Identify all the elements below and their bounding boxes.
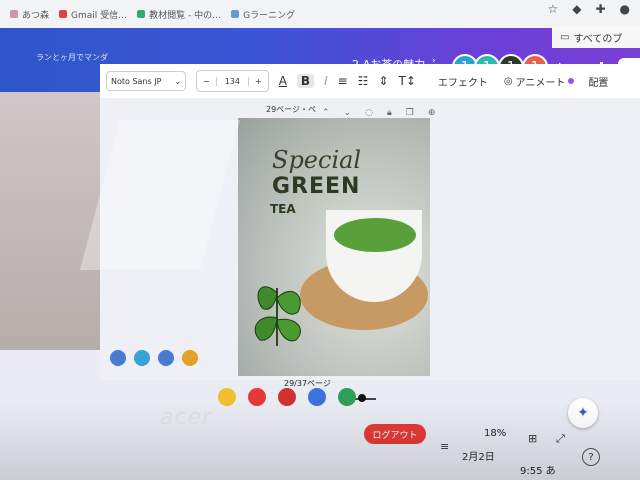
time-display[interactable]: 9:55 あ [520, 462, 556, 477]
app-icon[interactable] [158, 350, 174, 366]
list-icon[interactable]: ☷ [358, 74, 369, 88]
bookmark-icon [231, 10, 240, 18]
browser-top-icons: ☆ ◆ ✚ ● [547, 2, 630, 16]
zoom-level[interactable]: 18% [484, 428, 506, 439]
font-size-value[interactable]: 134 [215, 76, 249, 86]
bookmark-2[interactable]: Gmail 受信… [59, 8, 127, 21]
animate-button[interactable]: ◎ アニメート [504, 74, 575, 89]
app-icon[interactable] [134, 350, 150, 366]
design-text-green[interactable]: GREEN [272, 174, 360, 199]
folder-icon: ▭ [560, 31, 570, 43]
chevron-down-icon[interactable]: ⌄ [344, 108, 352, 118]
add-page-icon[interactable]: ⊕ [428, 108, 436, 118]
acer-logo: acer [160, 405, 213, 430]
tea-leaves-illustration [254, 286, 301, 346]
design-text-tea[interactable]: TEA [270, 202, 296, 216]
increase-size-button[interactable]: + [249, 77, 268, 86]
date-display[interactable]: 2月2日 [462, 448, 495, 463]
bookmark-icon [137, 10, 146, 18]
app-icon[interactable] [110, 350, 126, 366]
classroom-icon[interactable] [338, 388, 356, 406]
bookmarks-bar: あつ森 Gmail 受信… 教材閲覧 - 中の… Gラーニング [0, 0, 640, 28]
profile-icon[interactable]: ● [620, 2, 630, 16]
app-launcher-icon[interactable] [278, 388, 296, 406]
chevron-up-icon[interactable]: ⌃ [322, 108, 330, 118]
bookmark-icon [10, 10, 18, 18]
app-icon[interactable] [182, 350, 198, 366]
bold-button[interactable]: B [296, 74, 315, 88]
bookmark-3[interactable]: 教材閲覧 - 中の… [137, 8, 221, 21]
magic-assistant-button[interactable]: ✦ [568, 398, 598, 428]
all-bookmarks-button[interactable]: ▭ すべてのブ [552, 26, 640, 48]
arrange-button[interactable]: 配置 [588, 74, 608, 89]
puzzle-icon[interactable]: ✚ [595, 2, 605, 16]
bookmark-4[interactable]: Gラーニング [231, 8, 295, 21]
font-family-select[interactable]: Noto Sans JP ⌄ [106, 71, 186, 91]
new-badge-dot [568, 78, 575, 84]
animate-icon: ◎ [503, 75, 513, 87]
page-tools: ⌃ ⌄ ◌ 🔒︎ ❐ ⊕ [322, 108, 435, 118]
text-transform-icon[interactable]: T↕ [399, 74, 416, 88]
menu-icon[interactable]: ≡ [440, 440, 449, 453]
taskbar-dock [218, 388, 356, 406]
duplicate-page-icon[interactable]: ❐ [406, 108, 414, 118]
zoom-slider-handle[interactable] [358, 394, 366, 402]
meet-icon[interactable] [308, 388, 326, 406]
chevron-down-icon: ⌄ [174, 76, 181, 86]
logout-button[interactable]: ログアウト [364, 424, 426, 444]
youtube-icon[interactable] [248, 388, 266, 406]
help-icon[interactable]: ? [582, 448, 600, 466]
extension-icon[interactable]: ◆ [572, 2, 581, 16]
fullscreen-icon[interactable]: ⤢ [556, 432, 565, 446]
left-title-text: ランとヶ月でマンダ [36, 53, 108, 62]
decrease-size-button[interactable]: − [197, 77, 216, 86]
italic-button[interactable]: I [324, 74, 328, 88]
page-thumb-icons [110, 350, 198, 366]
star-icon[interactable]: ☆ [547, 2, 558, 16]
text-toolbar: Noto Sans JP ⌄ − 134 + A B I ≡ ☷ ⇕ T↕ エフ… [100, 64, 640, 98]
font-size-stepper[interactable]: − 134 + [196, 70, 269, 92]
bookmark-1[interactable]: あつ森 [10, 8, 49, 21]
hide-page-icon[interactable]: ◌ [365, 108, 373, 118]
google-drive-icon[interactable] [218, 388, 236, 406]
effects-button[interactable]: エフェクト [438, 74, 488, 89]
text-color-icon[interactable]: A [279, 74, 287, 88]
page-label[interactable]: 29ページ・ペ [266, 104, 316, 115]
spacing-icon[interactable]: ⇕ [378, 74, 388, 88]
design-text-special[interactable]: Special [272, 146, 361, 174]
design-page[interactable]: Special GREEN TEA [238, 118, 430, 376]
lock-icon[interactable]: 🔒︎ [387, 108, 392, 118]
grid-view-icon[interactable]: ⊞ [528, 432, 537, 445]
bookmark-icon [59, 10, 68, 18]
align-center-icon[interactable]: ≡ [338, 74, 348, 88]
green-tea-liquid [334, 218, 416, 252]
screen: あつ森 Gmail 受信… 教材閲覧 - 中の… Gラーニング ☆ ◆ ✚ ● … [0, 0, 640, 480]
